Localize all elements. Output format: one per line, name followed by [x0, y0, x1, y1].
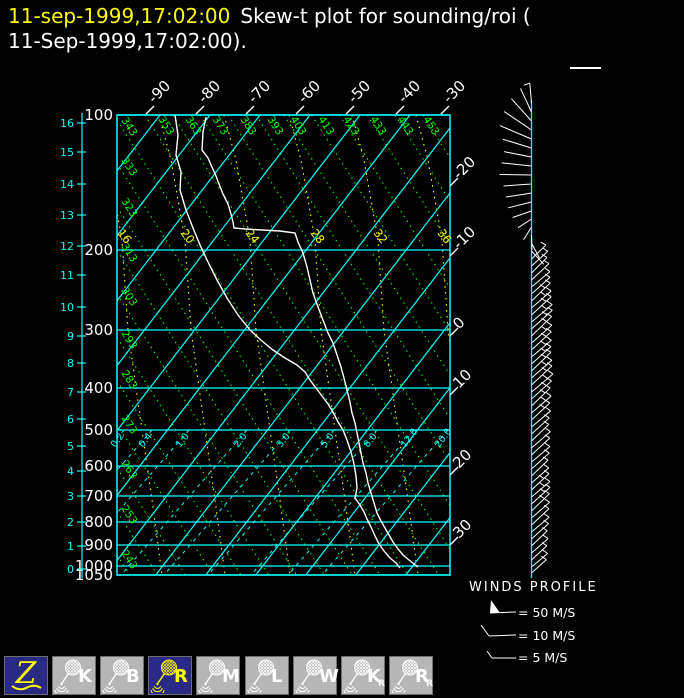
theta-label: 453: [420, 114, 441, 137]
pressure-label: 100: [84, 106, 113, 124]
theta-label: 303: [118, 285, 139, 308]
pressure-label: 300: [84, 321, 113, 339]
theta-label: 253: [118, 503, 139, 526]
pressure-label: 600: [84, 457, 113, 475]
pressure-label: 800: [84, 513, 113, 531]
dewpoint-trace: [174, 115, 401, 569]
isotherm-label: -50: [344, 77, 374, 107]
height-label: 16: [60, 117, 74, 130]
toolbar-button-k[interactable]: K: [52, 656, 96, 695]
pressure-label: 700: [84, 487, 113, 505]
height-label: 11: [60, 269, 74, 282]
height-label: 13: [60, 209, 74, 222]
theta-label: 243: [118, 548, 139, 571]
height-label: 3: [67, 490, 74, 503]
theta-label: 263: [118, 458, 139, 481]
isotherm-label: 10: [449, 366, 475, 392]
height-label: 10: [60, 301, 74, 314]
theta-label: 363: [182, 114, 203, 137]
theta-label: 353: [155, 114, 176, 137]
height-label: 15: [60, 146, 74, 159]
theta-label: 293: [118, 328, 139, 351]
right-temp-labels: -20-100102030: [449, 153, 479, 546]
moist-adiabat-labels: 16 20 24 28 32 36: [115, 226, 455, 246]
theta-label: 343: [118, 115, 139, 138]
pressure-label: 500: [84, 421, 113, 439]
height-label: 2: [67, 516, 74, 529]
height-label: 8: [67, 357, 74, 370]
pressure-label: 200: [84, 241, 113, 259]
height-label: 4: [67, 465, 74, 478]
isotherm-label: -70: [244, 77, 274, 107]
button-subletter: R: [378, 679, 385, 689]
button-letter: L: [271, 666, 283, 687]
toolbar-button-w[interactable]: W: [293, 656, 339, 695]
pressure-label: 400: [84, 379, 113, 397]
isotherm-label: -40: [394, 77, 424, 107]
mixing-ratio-label: 1.0: [174, 431, 192, 450]
theta-label: 433: [367, 114, 388, 137]
toolbar-button-z[interactable]: Z: [4, 656, 48, 695]
moist-label: 32: [371, 226, 391, 246]
isotherm-label: 0: [449, 313, 468, 332]
theta-label: 333: [118, 155, 139, 178]
isotherm-label: -20: [449, 153, 479, 183]
isotherm-label: 30: [449, 516, 475, 542]
toolbar-button-kr[interactable]: KR: [341, 656, 385, 695]
isotherm-label: 20: [449, 446, 475, 472]
button-subletter: R: [426, 679, 433, 689]
button-letter: K: [78, 666, 92, 687]
flag-symbol: [490, 600, 500, 613]
theta-label: 443: [394, 114, 415, 137]
button-letter: R: [174, 666, 188, 687]
legend-50ms-label: = 50 M/S: [518, 605, 576, 620]
toolbar: ZKBRMLWKRRR: [0, 656, 684, 696]
wind-profile: [499, 82, 554, 578]
height-axis: 012345678910111213141516: [60, 113, 86, 578]
toolbar-button-r[interactable]: R: [148, 656, 192, 695]
isotherm-label: -60: [294, 77, 324, 107]
full-barb-symbol: [480, 624, 490, 637]
z-logo-icon: Z: [11, 656, 42, 691]
toolbar-button-l[interactable]: L: [245, 656, 289, 695]
height-label: 12: [60, 240, 74, 253]
wind-legend: [480, 600, 517, 659]
height-label: 0: [67, 563, 74, 576]
mixing-ratio-label: 0.4: [137, 431, 155, 450]
height-label: 14: [60, 178, 74, 191]
isotherm-label: -30: [439, 77, 469, 107]
mixing-ratio-label: 3.0: [275, 431, 293, 450]
theta-label: 393: [264, 114, 285, 137]
height-label: 7: [67, 386, 74, 399]
mixing-ratio-label: 5.0: [319, 431, 337, 450]
button-letter: M: [222, 666, 240, 687]
height-label: 9: [67, 330, 74, 343]
button-letter: W: [319, 666, 339, 687]
toolbar-button-m[interactable]: M: [196, 656, 240, 695]
height-label: 5: [67, 440, 74, 453]
sounding-traces: [174, 115, 419, 569]
theta-label: 313: [118, 241, 139, 264]
isotherms: [117, 115, 450, 575]
isotherm-label: -80: [194, 77, 224, 107]
height-label: 1: [67, 540, 74, 553]
theta-label: 383: [237, 114, 258, 137]
top-temp-labels: -90 -80 -70 -60 -50 -40 -30: [144, 77, 469, 115]
toolbar-button-b[interactable]: B: [100, 656, 144, 695]
dry-adiabat-labels: 243253263273283293303313323333343 353 363 3…: [118, 114, 441, 571]
legend-10ms-label: = 10 M/S: [518, 628, 576, 643]
winds-profile-title: WINDS PROFILE: [469, 580, 598, 595]
moist-label: 20: [178, 226, 198, 246]
height-label: 6: [67, 413, 74, 426]
isotherm-label: -90: [144, 77, 174, 107]
pressure-label: 900: [84, 536, 113, 554]
button-letter: B: [126, 666, 140, 687]
toolbar-button-rr[interactable]: RR: [389, 656, 433, 695]
theta-label: 323: [118, 196, 139, 219]
theta-label: 373: [209, 114, 230, 137]
